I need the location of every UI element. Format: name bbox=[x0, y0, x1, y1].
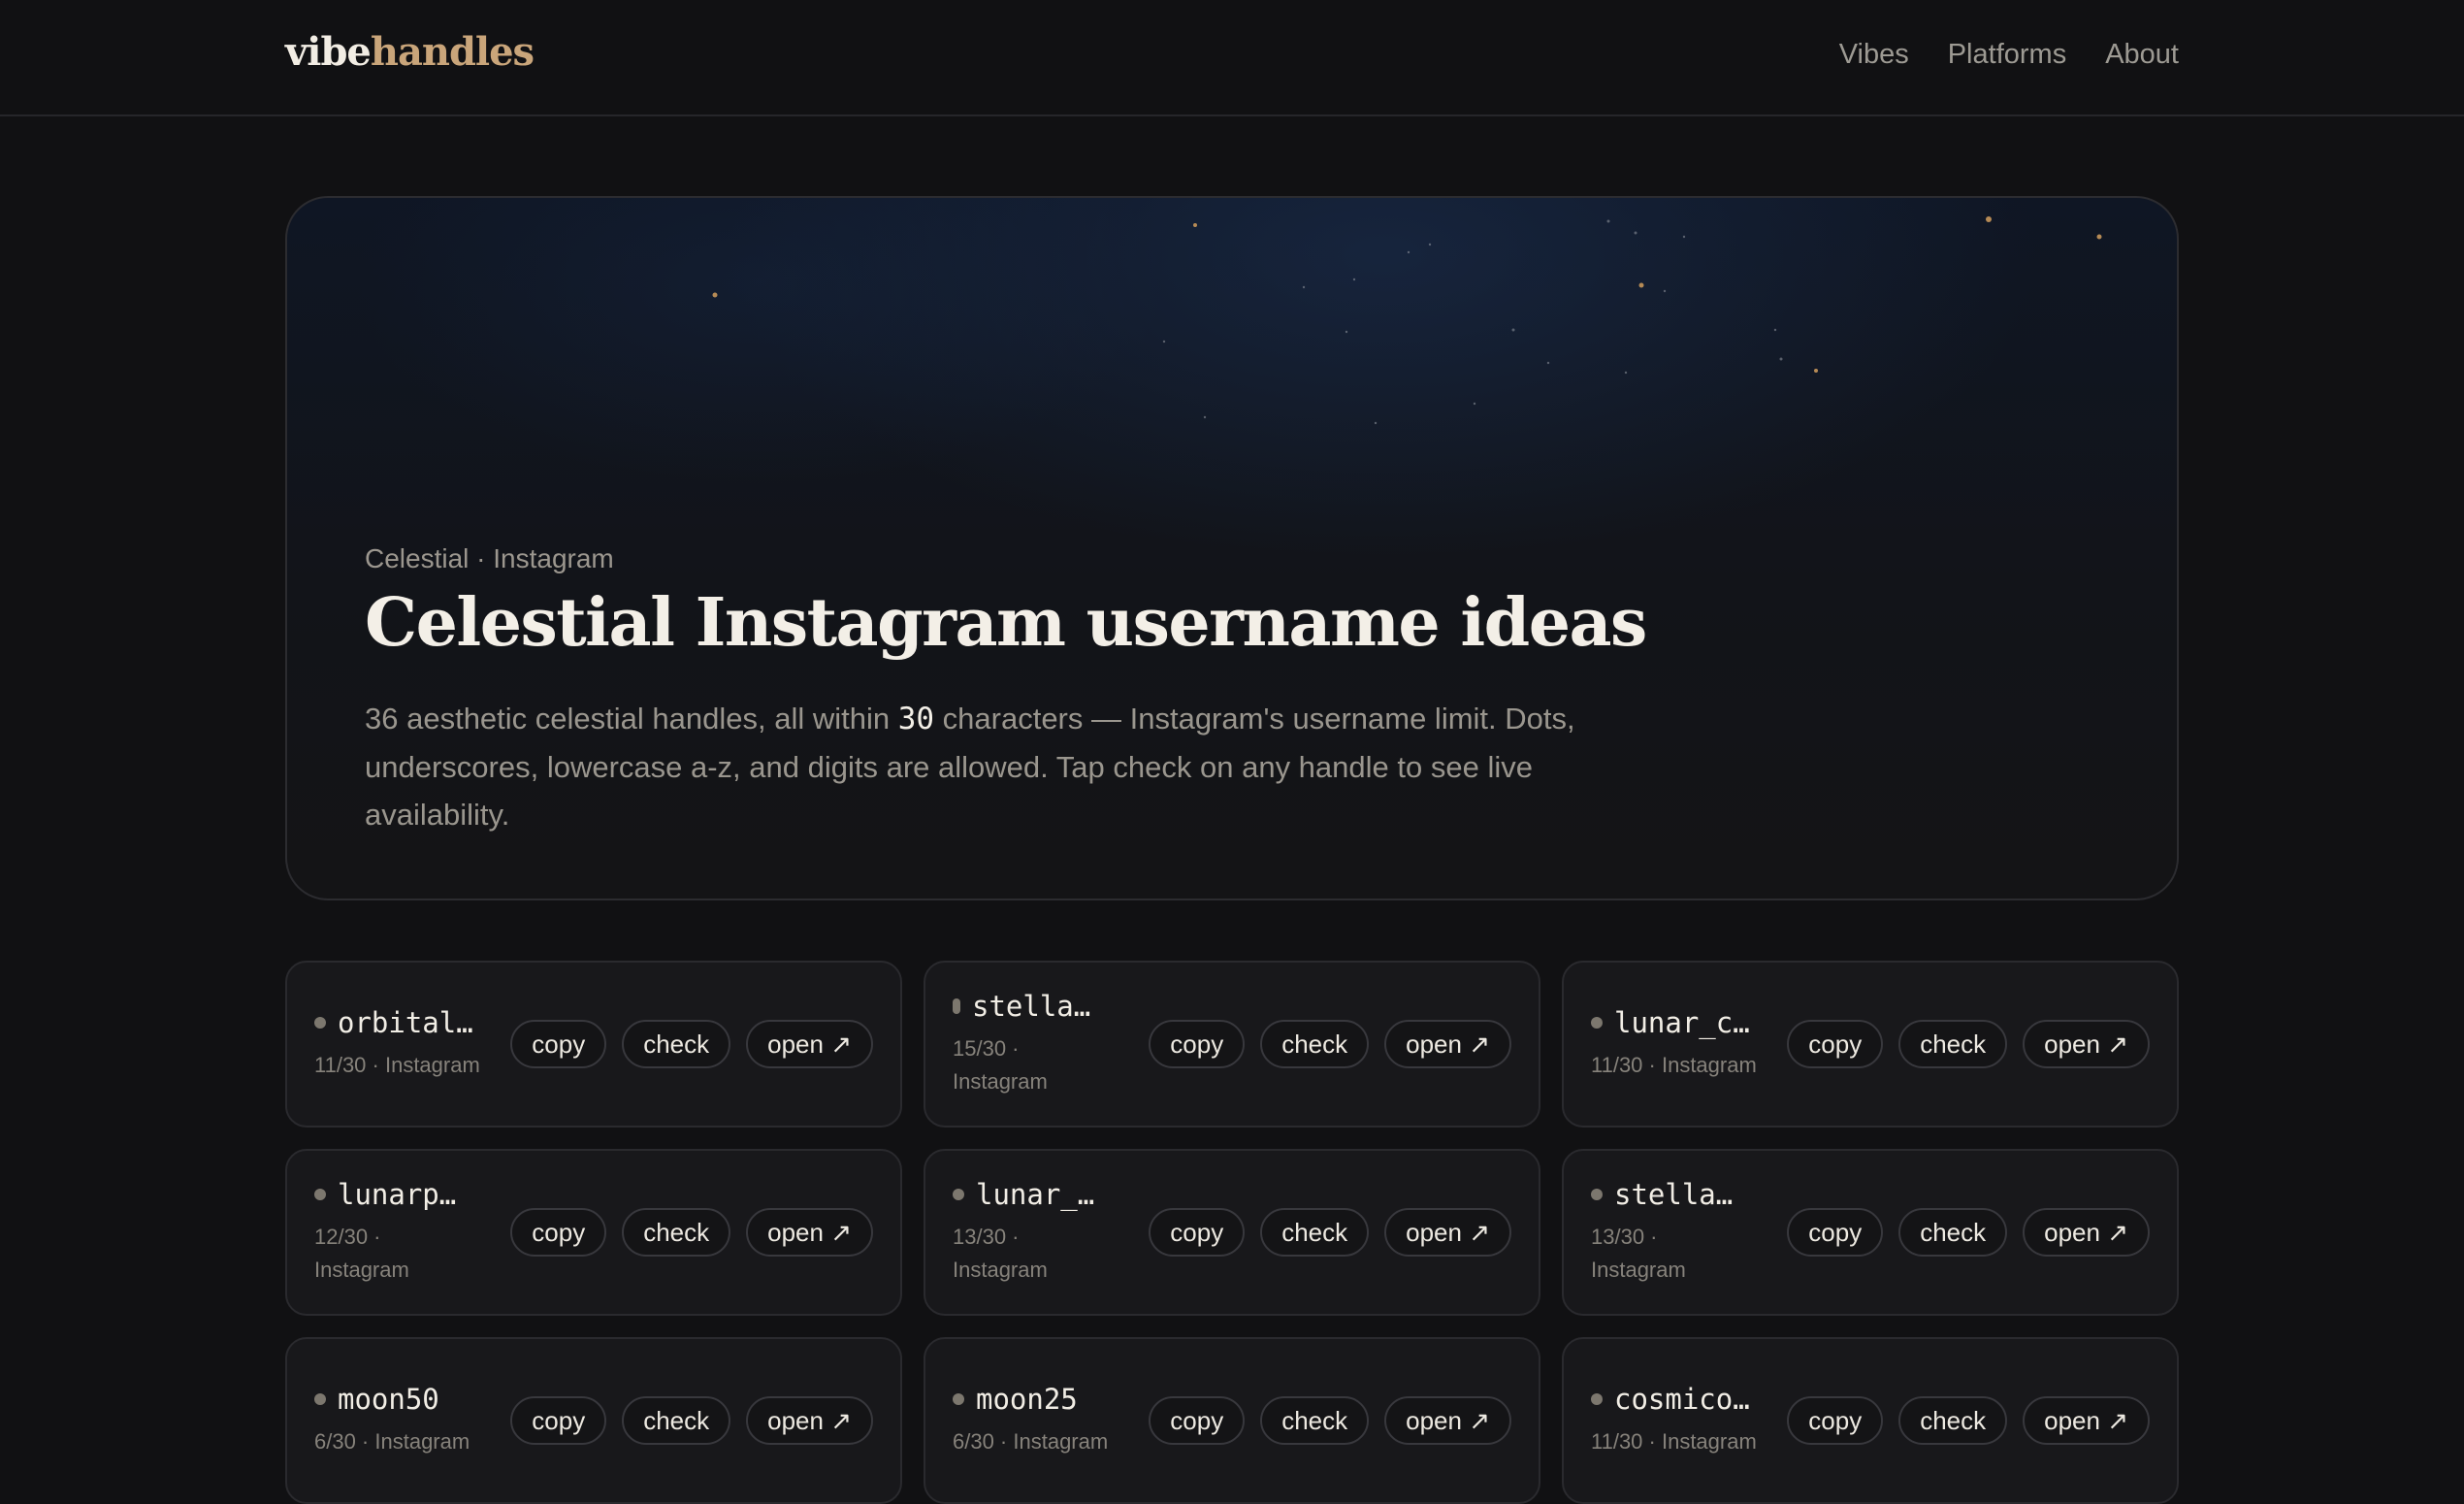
handle-text: lunar_e… bbox=[976, 1178, 1098, 1211]
check-button[interactable]: check bbox=[1260, 1396, 1370, 1445]
handle-text: cosmico… bbox=[1614, 1383, 1750, 1416]
handle-card: stellar… 15/30 · Instagram copy check op… bbox=[924, 961, 1540, 1128]
handle-meta: 15/30 · Instagram bbox=[953, 1036, 1048, 1094]
handle-card: orbital… 11/30 · Instagram copy check op… bbox=[285, 961, 902, 1128]
handle-card: stellar… 13/30 · Instagram copy check op… bbox=[1562, 1149, 2179, 1316]
handle-card: moon25 6/30 · Instagram copy check open … bbox=[924, 1337, 1540, 1504]
check-button[interactable]: check bbox=[1260, 1208, 1370, 1257]
copy-button[interactable]: copy bbox=[1787, 1208, 1884, 1257]
copy-button[interactable]: copy bbox=[510, 1208, 607, 1257]
handle-meta: 6/30 · Instagram bbox=[314, 1429, 470, 1454]
handle-text: moon25 bbox=[976, 1383, 1078, 1416]
handle-card: moon50 6/30 · Instagram copy check open … bbox=[285, 1337, 902, 1504]
hero-description: 36 aesthetic celestial handles, all with… bbox=[365, 695, 1655, 838]
check-button[interactable]: check bbox=[1260, 1020, 1370, 1068]
open-button[interactable]: open ↗ bbox=[1384, 1020, 1511, 1068]
status-dot-icon bbox=[1591, 1393, 1603, 1405]
handle-text: orbital… bbox=[338, 1006, 473, 1039]
brand-logo-part1: vibe bbox=[285, 29, 372, 75]
status-dot-icon bbox=[314, 1393, 326, 1405]
handle-card: lunarph… 12/30 · Instagram copy check op… bbox=[285, 1149, 902, 1316]
status-dot-icon bbox=[1591, 1189, 1603, 1200]
status-dot-icon bbox=[1591, 1017, 1603, 1029]
handle-meta: 11/30 · Instagram bbox=[1591, 1053, 1757, 1077]
copy-button[interactable]: copy bbox=[1787, 1396, 1884, 1445]
check-button[interactable]: check bbox=[1898, 1208, 2008, 1257]
brand-logo-part2: handles bbox=[370, 29, 535, 75]
brand-logo[interactable]: vibehandles bbox=[285, 29, 535, 75]
nav-link-vibes[interactable]: Vibes bbox=[1839, 39, 1909, 71]
page-title: Celestial Instagram username ideas bbox=[365, 584, 1647, 662]
handle-text: stellar… bbox=[972, 990, 1098, 1023]
check-button[interactable]: check bbox=[622, 1396, 731, 1445]
open-button[interactable]: open ↗ bbox=[746, 1020, 873, 1068]
handle-meta: 12/30 · Instagram bbox=[314, 1225, 409, 1282]
nav-link-platforms[interactable]: Platforms bbox=[1948, 39, 2066, 71]
handle-text: lunarph… bbox=[338, 1178, 460, 1211]
open-button[interactable]: open ↗ bbox=[2023, 1020, 2150, 1068]
copy-button[interactable]: copy bbox=[1149, 1396, 1246, 1445]
open-button[interactable]: open ↗ bbox=[746, 1208, 873, 1257]
copy-button[interactable]: copy bbox=[1787, 1020, 1884, 1068]
handle-card: lunar_c… 11/30 · Instagram copy check op… bbox=[1562, 961, 2179, 1128]
status-bar-icon bbox=[953, 998, 960, 1014]
hero-breadcrumb: Celestial · Instagram bbox=[365, 543, 614, 573]
status-dot-icon bbox=[953, 1189, 964, 1200]
char-limit-number: 30 bbox=[897, 702, 935, 736]
check-button[interactable]: check bbox=[1898, 1020, 2008, 1068]
check-button[interactable]: check bbox=[622, 1208, 731, 1257]
copy-button[interactable]: copy bbox=[510, 1020, 607, 1068]
handle-meta: 11/30 · Instagram bbox=[314, 1053, 480, 1077]
check-button[interactable]: check bbox=[1898, 1396, 2008, 1445]
check-button[interactable]: check bbox=[622, 1020, 731, 1068]
handle-text: lunar_c… bbox=[1614, 1006, 1750, 1039]
nav-link-about[interactable]: About bbox=[2105, 39, 2179, 71]
hero-panel: Celestial · Instagram Celestial Instagra… bbox=[285, 196, 2179, 900]
copy-button[interactable]: copy bbox=[1149, 1208, 1246, 1257]
open-button[interactable]: open ↗ bbox=[1384, 1208, 1511, 1257]
handle-meta: 13/30 · Instagram bbox=[1591, 1225, 1686, 1282]
handle-meta: 6/30 · Instagram bbox=[953, 1429, 1109, 1454]
open-button[interactable]: open ↗ bbox=[746, 1396, 873, 1445]
handle-card: cosmico… 11/30 · Instagram copy check op… bbox=[1562, 1337, 2179, 1504]
status-dot-icon bbox=[953, 1393, 964, 1405]
open-button[interactable]: open ↗ bbox=[2023, 1208, 2150, 1257]
handle-meta: 11/30 · Instagram bbox=[1591, 1429, 1757, 1454]
handle-text: moon50 bbox=[338, 1383, 439, 1416]
handle-meta: 13/30 · Instagram bbox=[953, 1225, 1048, 1282]
open-button[interactable]: open ↗ bbox=[1384, 1396, 1511, 1445]
status-dot-icon bbox=[314, 1189, 326, 1200]
top-nav: vibehandles Vibes Platforms About bbox=[0, 0, 2464, 116]
handle-text: stellar… bbox=[1614, 1178, 1736, 1211]
handle-card: lunar_e… 13/30 · Instagram copy check op… bbox=[924, 1149, 1540, 1316]
status-dot-icon bbox=[314, 1017, 326, 1029]
open-button[interactable]: open ↗ bbox=[2023, 1396, 2150, 1445]
nav-links: Vibes Platforms About bbox=[1839, 39, 2179, 71]
handle-grid: orbital… 11/30 · Instagram copy check op… bbox=[285, 961, 2179, 1504]
copy-button[interactable]: copy bbox=[510, 1396, 607, 1445]
copy-button[interactable]: copy bbox=[1149, 1020, 1246, 1068]
hero-description-part1: 36 aesthetic celestial handles, all with… bbox=[365, 702, 898, 736]
